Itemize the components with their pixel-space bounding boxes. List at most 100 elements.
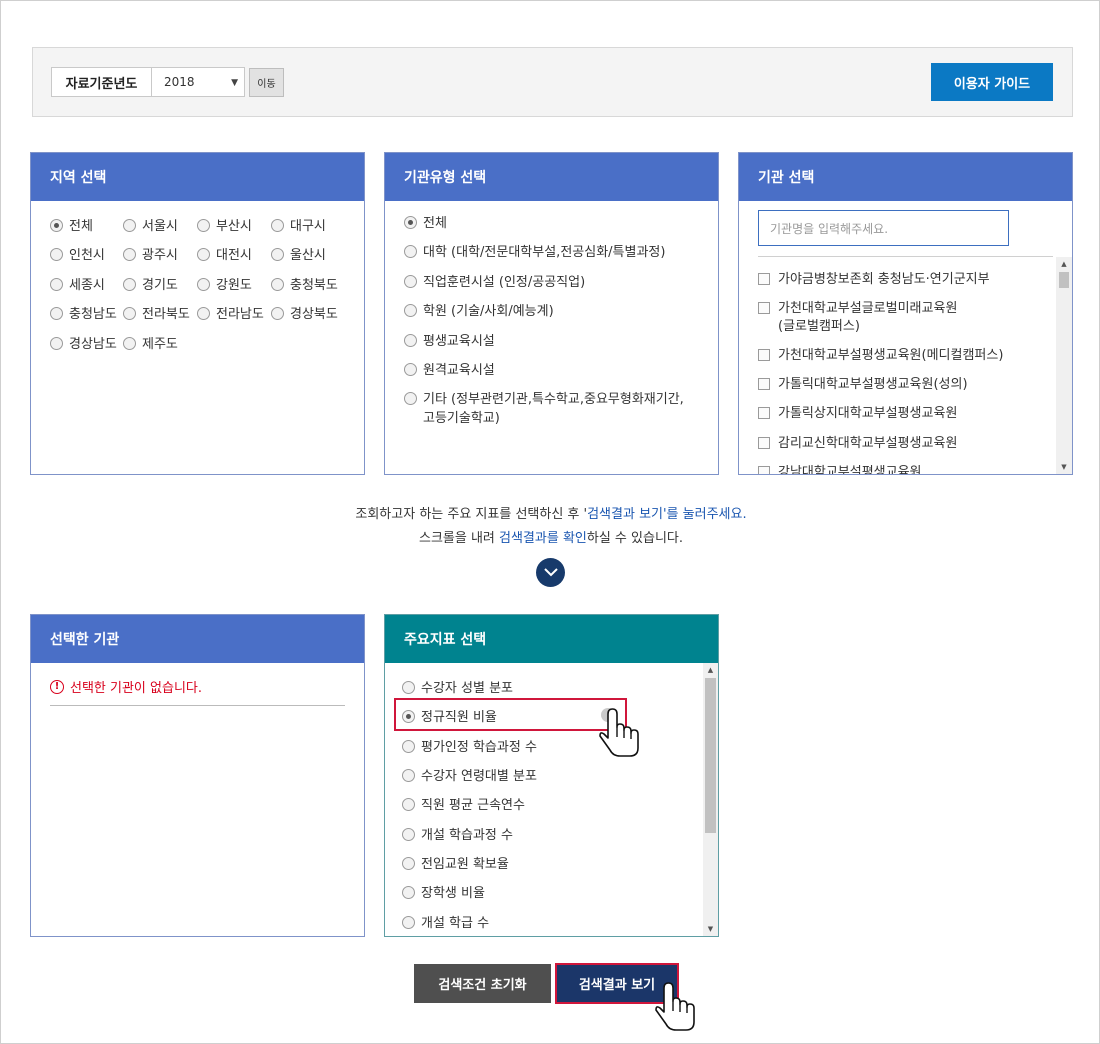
institution-type-option[interactable]: 학원 (기술/사회/예능계) xyxy=(404,302,554,321)
region-option[interactable]: 세종시 xyxy=(50,274,105,293)
indicator-option[interactable]: 직원 평균 근속연수 xyxy=(402,794,525,813)
checkbox[interactable] xyxy=(758,302,770,314)
indicator-option[interactable]: 장학생 비율 xyxy=(402,882,485,901)
radio-button[interactable] xyxy=(402,916,415,929)
region-option[interactable]: 울산시 xyxy=(271,244,326,263)
radio-button[interactable] xyxy=(50,337,63,350)
indicator-option[interactable]: 수강자 연령대별 분포 xyxy=(402,765,537,784)
region-option[interactable]: 부산시 xyxy=(197,215,252,234)
checkbox[interactable] xyxy=(758,407,770,419)
radio-button[interactable] xyxy=(50,278,63,291)
radio-button[interactable] xyxy=(402,828,415,841)
radio-button[interactable] xyxy=(50,248,63,261)
institution-option[interactable]: 감리교신학대학교부설평생교육원 xyxy=(758,435,957,453)
radio-button[interactable] xyxy=(402,740,415,753)
info-line-1: 조회하고자 하는 주요 지표를 선택하신 후 '검색결과 보기'를 눌러주세요. xyxy=(355,507,747,522)
institution-type-option[interactable]: 대학 (대학/전문대학부설,전공심화/특별과정) xyxy=(404,243,665,262)
radio-button[interactable] xyxy=(404,392,417,405)
radio-button[interactable] xyxy=(404,275,417,288)
institution-search-input[interactable]: 기관명을 입력해주세요. xyxy=(758,210,1009,246)
radio-button[interactable] xyxy=(123,307,136,320)
institution-option[interactable]: 가톨릭상지대학교부설평생교육원 xyxy=(758,405,957,423)
region-option[interactable]: 대전시 xyxy=(197,244,252,263)
institution-option-label: 가톨릭상지대학교부설평생교육원 xyxy=(778,406,958,421)
checkbox[interactable] xyxy=(758,378,770,390)
radio-button[interactable] xyxy=(402,681,415,694)
radio-button[interactable] xyxy=(197,307,210,320)
region-option[interactable]: 전라북도 xyxy=(123,303,190,322)
radio-button[interactable] xyxy=(271,219,284,232)
radio-button[interactable] xyxy=(50,219,63,232)
radio-button[interactable] xyxy=(402,857,415,870)
indicator-option[interactable]: 평가인정 학습과정 수 xyxy=(402,736,537,755)
checkbox[interactable] xyxy=(758,466,770,474)
radio-button[interactable] xyxy=(271,307,284,320)
radio-button[interactable] xyxy=(50,307,63,320)
radio-button[interactable] xyxy=(404,363,417,376)
checkbox[interactable] xyxy=(758,437,770,449)
indicator-option[interactable]: 수강자 성별 분포 xyxy=(402,677,513,696)
region-option-label: 경기도 xyxy=(142,278,178,293)
institution-option[interactable]: 가톨릭대학교부설평생교육원(성의) xyxy=(758,376,968,394)
alert-icon: ! xyxy=(50,679,64,694)
region-option[interactable]: 제주도 xyxy=(123,333,178,352)
radio-button[interactable] xyxy=(123,219,136,232)
scroll-down-button[interactable] xyxy=(536,558,565,587)
region-option[interactable]: 강원도 xyxy=(197,274,252,293)
year-select[interactable]: 2018 ▼ xyxy=(151,67,245,97)
indicator-option[interactable]: 개설 학습과정 수 xyxy=(402,824,513,843)
radio-button[interactable] xyxy=(404,334,417,347)
radio-button[interactable] xyxy=(123,248,136,261)
institution-type-option[interactable]: 전체 xyxy=(404,214,447,233)
region-option[interactable]: 인천시 xyxy=(50,244,105,263)
institution-option[interactable]: 강남대학교부설평생교육원 xyxy=(758,464,922,474)
type-option-label: 대학 (대학/전문대학부설,전공심화/특별과정) xyxy=(423,245,666,260)
radio-button[interactable] xyxy=(402,886,415,899)
institution-option[interactable]: 가천대학교부설글로벌미래교육원 (글로벌캠퍼스) xyxy=(758,300,957,336)
region-option[interactable]: 전라남도 xyxy=(197,303,264,322)
scrollbar-thumb[interactable] xyxy=(1059,272,1069,288)
radio-button[interactable] xyxy=(402,769,415,782)
radio-button[interactable] xyxy=(197,219,210,232)
radio-button[interactable] xyxy=(271,248,284,261)
scrollbar-thumb[interactable] xyxy=(705,678,716,833)
region-option[interactable]: 충청남도 xyxy=(50,303,117,322)
indicator-option[interactable]: 개설 학급 수 xyxy=(402,912,489,931)
checkbox[interactable] xyxy=(758,349,770,361)
scroll-up-icon[interactable]: ▲ xyxy=(703,663,718,677)
institution-list-viewport: 가야금병창보존회 충청남도·연기군지부가천대학교부설글로벌미래교육원 (글로벌캠퍼… xyxy=(739,263,1056,474)
radio-button[interactable] xyxy=(404,245,417,258)
region-option[interactable]: 대구시 xyxy=(271,215,326,234)
checkbox[interactable] xyxy=(758,273,770,285)
institution-type-option[interactable]: 기타 (정부관련기관,특수학교,중요무형화재기간, 고등기술학교) xyxy=(404,390,684,428)
radio-button[interactable] xyxy=(123,278,136,291)
region-option[interactable]: 경기도 xyxy=(123,274,178,293)
institution-scrollbar[interactable]: ▲ ▼ xyxy=(1056,257,1072,474)
indicator-option[interactable]: 전임교원 확보율 xyxy=(402,853,509,872)
indicator-scrollbar[interactable]: ▲ ▼ xyxy=(703,663,718,936)
region-option[interactable]: 경상북도 xyxy=(271,303,338,322)
radio-button[interactable] xyxy=(197,278,210,291)
region-option[interactable]: 광주시 xyxy=(123,244,178,263)
radio-button[interactable] xyxy=(123,337,136,350)
institution-type-option[interactable]: 직업훈련시설 (인정/공공직업) xyxy=(404,273,585,292)
radio-button[interactable] xyxy=(271,278,284,291)
radio-button[interactable] xyxy=(404,304,417,317)
region-option[interactable]: 충청북도 xyxy=(271,274,338,293)
institution-option[interactable]: 가야금병창보존회 충청남도·연기군지부 xyxy=(758,271,990,289)
scroll-down-icon[interactable]: ▼ xyxy=(1056,460,1072,474)
institution-option[interactable]: 가천대학교부설평생교육원(메디컬캠퍼스) xyxy=(758,347,1003,365)
reset-conditions-button[interactable]: 검색조건 초기화 xyxy=(414,964,551,1003)
region-option[interactable]: 서울시 xyxy=(123,215,178,234)
move-button[interactable]: 이동 xyxy=(249,68,284,97)
radio-button[interactable] xyxy=(402,798,415,811)
institution-type-option[interactable]: 평생교육시설 xyxy=(404,332,495,351)
institution-type-option[interactable]: 원격교육시설 xyxy=(404,361,495,380)
radio-button[interactable] xyxy=(197,248,210,261)
user-guide-button[interactable]: 이용자 가이드 xyxy=(931,63,1053,101)
radio-button[interactable] xyxy=(404,216,417,229)
scroll-up-icon[interactable]: ▲ xyxy=(1056,257,1072,271)
scroll-down-icon[interactable]: ▼ xyxy=(703,922,718,936)
region-option[interactable]: 경상남도 xyxy=(50,333,117,352)
region-option[interactable]: 전체 xyxy=(50,215,93,234)
